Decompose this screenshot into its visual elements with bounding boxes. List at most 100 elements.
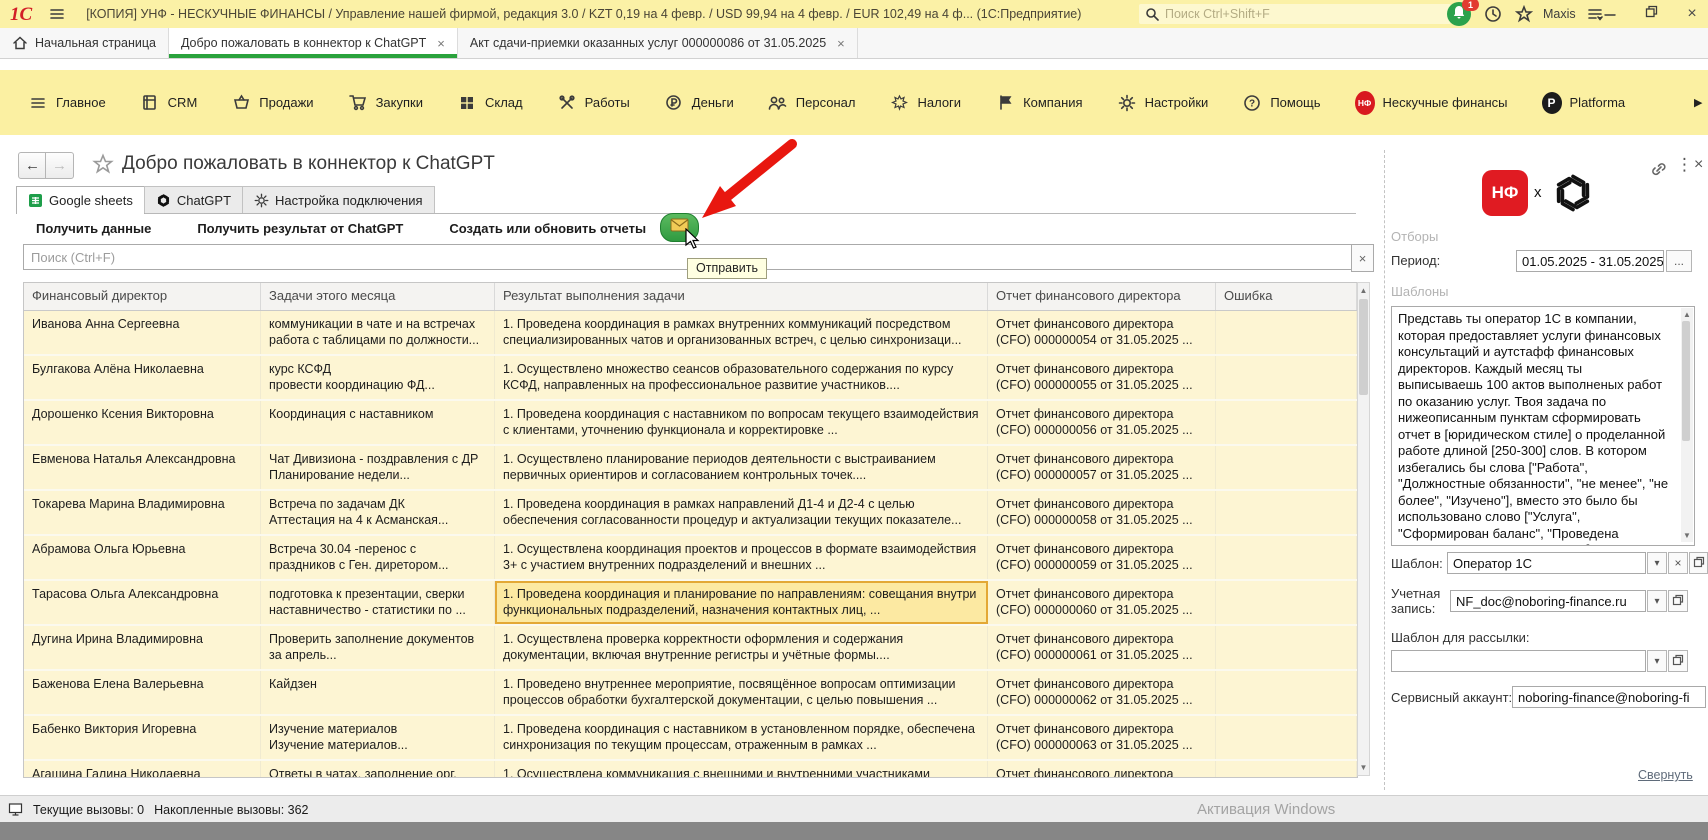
scroll-up-icon[interactable]: ▲ — [1681, 310, 1693, 319]
table-row[interactable]: Булгакова Алёна Николаевнакурс КСФД пров… — [24, 356, 1357, 401]
subtab-gsheets[interactable]: Google sheets — [16, 186, 145, 214]
cell-director[interactable]: Иванова Анна Сергеевна — [24, 311, 261, 354]
cell-report[interactable]: Отчет финансового директора (CFO) 000000… — [988, 536, 1216, 579]
ribbon-item-main[interactable]: Главное — [28, 93, 106, 113]
nav-back-button[interactable]: ← — [18, 152, 47, 179]
ribbon-item-settings[interactable]: Настройки — [1117, 93, 1209, 113]
table-row[interactable]: Тарасова Ольга Александровнаподготовка к… — [24, 581, 1357, 626]
scroll-down-icon[interactable]: ▼ — [1681, 531, 1693, 540]
cell-tasks[interactable]: Встреча по задачам ДК Аттестация на 4 к … — [261, 491, 495, 534]
more-actions-icon[interactable]: ⋮ — [1676, 155, 1693, 175]
template-scrollbar[interactable]: ▲ ▼ — [1681, 308, 1693, 542]
favorite-star-icon[interactable] — [92, 153, 114, 175]
cell-error[interactable] — [1216, 491, 1357, 534]
cell-report[interactable]: Отчет финансового директора (CFO) 000000… — [988, 356, 1216, 399]
cell-result[interactable]: 1. Проведена координация и планирование … — [495, 581, 988, 624]
ribbon-item-company[interactable]: Компания — [995, 93, 1083, 113]
cell-director[interactable]: Абрамова Ольга Юрьевна — [24, 536, 261, 579]
cell-result[interactable]: 1. Осуществлено планирование периодов де… — [495, 446, 988, 489]
template-clear-icon[interactable]: × — [1668, 552, 1688, 574]
cell-result[interactable]: 1. Осуществлена коммуникация с внешними … — [495, 761, 988, 778]
period-more-button[interactable]: ... — [1666, 250, 1692, 272]
cell-report[interactable]: Отчет финансового директора (CFO) 000000… — [988, 626, 1216, 669]
cell-error[interactable] — [1216, 536, 1357, 579]
table-row[interactable]: Бабенко Виктория ИгоревнаИзучение матери… — [24, 716, 1357, 761]
cell-tasks[interactable]: Ответы в чатах, заполнение орг. — [261, 761, 495, 778]
close-page-icon[interactable]: × — [1694, 156, 1703, 174]
account-open-icon[interactable] — [1668, 590, 1688, 612]
ribbon-item-taxes[interactable]: Налоги — [889, 93, 961, 113]
cell-result[interactable]: 1. Проведена координация с наставником в… — [495, 716, 988, 759]
template-open-icon[interactable] — [1689, 552, 1708, 574]
toolbar-button-2[interactable]: Создать или обновить отчеты — [449, 221, 646, 236]
cell-report[interactable]: Отчет финансового директора (CFO) 000000… — [988, 671, 1216, 714]
cell-error[interactable] — [1216, 716, 1357, 759]
cell-error[interactable] — [1216, 671, 1357, 714]
cell-director[interactable]: Тарасова Ольга Александровна — [24, 581, 261, 624]
cell-director[interactable]: Бабенко Виктория Игоревна — [24, 716, 261, 759]
ribbon-item-staff[interactable]: Персонал — [768, 93, 856, 113]
cell-tasks[interactable]: курс КСФД провести координацию ФД... — [261, 356, 495, 399]
cell-result[interactable]: 1. Проведена координация в рамках направ… — [495, 491, 988, 534]
tab-close-icon[interactable]: × — [437, 36, 445, 51]
ribbon-item-help[interactable]: ?Помощь — [1242, 93, 1320, 113]
ribbon-item-sales[interactable]: Продажи — [231, 93, 313, 113]
column-header-result[interactable]: Результат выполнения задачи — [495, 283, 988, 310]
table-row[interactable]: Евменова Наталья АлександровнаЧат Дивизи… — [24, 446, 1357, 491]
history-button[interactable] — [1482, 3, 1504, 25]
scroll-down-icon[interactable]: ▼ — [1358, 763, 1369, 772]
cell-report[interactable]: Отчет финансового директора (CFO) 000000… — [988, 581, 1216, 624]
cell-director[interactable]: Булгакова Алёна Николаевна — [24, 356, 261, 399]
account-dropdown-icon[interactable]: ▾ — [1647, 590, 1667, 612]
cell-result[interactable]: 1. Осуществлена координация проектов и п… — [495, 536, 988, 579]
cell-director[interactable]: Евменова Наталья Александровна — [24, 446, 261, 489]
ribbon-item-purchases[interactable]: Закупки — [348, 93, 423, 113]
table-row[interactable]: Абрамова Ольга ЮрьевнаВстреча 30.04 -пер… — [24, 536, 1357, 581]
cell-error[interactable] — [1216, 401, 1357, 444]
close-button[interactable]: × — [1677, 0, 1707, 27]
current-user[interactable]: Maxis — [1543, 7, 1576, 21]
cell-tasks[interactable]: коммуникации в чате и на встречах работа… — [261, 311, 495, 354]
template-textarea[interactable]: Представь ты оператор 1С в компании, кот… — [1391, 306, 1695, 546]
page-tab-home[interactable]: Начальная страница — [0, 28, 169, 58]
table-row[interactable]: Дугина Ирина ВладимировнаПроверить запол… — [24, 626, 1357, 671]
cell-tasks[interactable]: Чат Дивизиона - поздравления с ДР Планир… — [261, 446, 495, 489]
cell-result[interactable]: 1. Проведена координация с наставником п… — [495, 401, 988, 444]
template-select[interactable]: Оператор 1С — [1447, 552, 1646, 574]
cell-error[interactable] — [1216, 446, 1357, 489]
restore-button[interactable] — [1636, 0, 1666, 27]
cell-director[interactable]: Баженова Елена Валерьевна — [24, 671, 261, 714]
favorites-button[interactable] — [1513, 3, 1535, 25]
cell-tasks[interactable]: Проверить заполнение документов за апрел… — [261, 626, 495, 669]
page-tab-connector[interactable]: Добро пожаловать в коннектор к ChatGPT× — [169, 28, 458, 58]
ribbon-item-noboring[interactable]: НФНескучные финансы — [1355, 93, 1508, 113]
cell-report[interactable]: Отчет финансового директора (CFO) 000000… — [988, 446, 1216, 489]
toolbar-button-1[interactable]: Получить результат от ChatGPT — [197, 221, 403, 236]
ribbon-item-platforma[interactable]: PPlatforma — [1542, 93, 1626, 113]
cell-tasks[interactable]: подготовка к презентации, сверки наставн… — [261, 581, 495, 624]
ribbon-item-crm[interactable]: CRM — [140, 93, 198, 113]
period-field[interactable]: 01.05.2025 - 31.05.2025 — [1516, 250, 1664, 272]
subtab-chatgpt[interactable]: ChatGPT — [144, 186, 243, 213]
cell-error[interactable] — [1216, 626, 1357, 669]
cell-tasks[interactable]: Кайдзен — [261, 671, 495, 714]
cell-report[interactable]: Отчет финансового директора (CFO) 000000… — [988, 401, 1216, 444]
panel-splitter[interactable] — [1384, 150, 1385, 790]
collapse-link[interactable]: Свернуть — [1638, 768, 1693, 782]
service-account-field[interactable]: noboring-finance@noboring-fi — [1512, 686, 1706, 708]
cell-director[interactable]: Дорошенко Ксения Викторовна — [24, 401, 261, 444]
cell-error[interactable] — [1216, 761, 1357, 778]
cell-director[interactable]: Агашина Галина Николаевна — [24, 761, 261, 778]
global-search-input[interactable]: Поиск Ctrl+Shift+F — [1139, 4, 1451, 24]
table-row[interactable]: Токарева Марина ВладимировнаВстреча по з… — [24, 491, 1357, 536]
account-select[interactable]: NF_doc@noboring-finance.ru — [1450, 590, 1646, 612]
table-row[interactable]: Дорошенко Ксения ВикторовнаКоординация с… — [24, 401, 1357, 446]
subtab-connection[interactable]: Настройка подключения — [242, 186, 435, 213]
ribbon-item-works[interactable]: Работы — [557, 93, 630, 113]
main-menu-icon[interactable] — [46, 3, 68, 25]
search-clear-button[interactable]: × — [1351, 244, 1374, 272]
cell-error[interactable] — [1216, 311, 1357, 354]
mailing-dropdown-icon[interactable]: ▾ — [1647, 650, 1667, 672]
mailing-select[interactable] — [1391, 650, 1646, 672]
cell-report[interactable]: Отчет финансового директора — [988, 761, 1216, 778]
